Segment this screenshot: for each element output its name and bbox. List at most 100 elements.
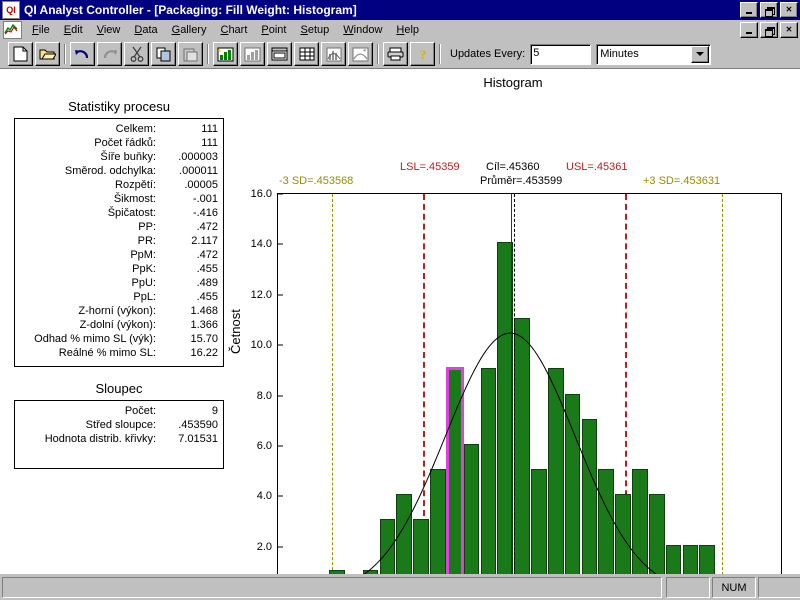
undo-icon[interactable] <box>70 42 95 66</box>
stat-row: Z-horní (výkon): 1.468 <box>19 304 218 318</box>
stat-value: .000003 <box>178 151 218 163</box>
cut-scissors-icon[interactable] <box>124 42 149 66</box>
redo-icon[interactable] <box>97 42 122 66</box>
histogram-icon[interactable] <box>321 42 346 66</box>
mdi-minimize-button[interactable] <box>740 22 758 38</box>
updates-unit-value: Minutes <box>600 48 639 60</box>
paste-icon[interactable] <box>178 42 203 66</box>
stat-row: PP: .472 <box>19 220 218 234</box>
menu-item-window[interactable]: Window <box>336 22 389 38</box>
stat-label: Šíře buňky: <box>100 151 156 163</box>
help-question-icon[interactable]: ? <box>410 42 435 66</box>
close-button[interactable]: ✕ <box>780 2 798 18</box>
menu-item-gallery[interactable]: Gallery <box>165 22 214 38</box>
y-axis-tick-label: 6.0 <box>256 439 272 452</box>
stat-value: .489 <box>196 277 218 289</box>
updates-unit-select[interactable]: Minutes <box>596 43 712 65</box>
stat-label: Šikmost: <box>113 193 156 205</box>
stat-row: Směrod. odchylka: .000011 <box>19 164 218 178</box>
stat-row: Z-dolní (výkon): 1.366 <box>19 318 218 332</box>
stat-row: Špičatost: -.416 <box>19 206 218 220</box>
minimize-button[interactable] <box>740 2 758 18</box>
stat-label: PP: <box>138 221 156 233</box>
capability-icon[interactable] <box>348 42 373 66</box>
stat-value: .455 <box>196 263 218 275</box>
stat-value: 111 <box>201 123 218 135</box>
status-message <box>2 577 662 598</box>
menu-item-setup[interactable]: Setup <box>294 22 337 38</box>
stat-row: PpL: .455 <box>19 290 218 304</box>
menu-item-data[interactable]: Data <box>127 22 164 38</box>
grid-table-icon[interactable] <box>294 42 319 66</box>
open-folder-icon[interactable] <box>35 42 60 66</box>
menu-item-chart[interactable]: Chart <box>213 22 254 38</box>
stat-row: Reálné % mimo SL: 16.22 <box>19 346 218 360</box>
y-axis-tick-label: 8.0 <box>256 389 272 402</box>
new-icon[interactable] <box>8 42 33 66</box>
column-panel-box: Počet: 9 Střed sloupce: .453590 Hodnota di… <box>14 400 224 469</box>
column-stat-label: Hodnota distrib. křivky: <box>44 433 156 445</box>
stat-value: 111 <box>201 137 218 149</box>
stat-label: Rozpětí: <box>115 179 156 191</box>
y-axis-tick-label: 4.0 <box>256 490 272 503</box>
stat-label: Z-horní (výkon): <box>78 305 156 317</box>
status-cell-3 <box>758 577 800 598</box>
stat-row: Počet řádků: 111 <box>19 136 218 150</box>
chevron-down-icon[interactable] <box>691 45 710 63</box>
stat-value: 1.468 <box>190 305 218 317</box>
stat-label: Počet řádků: <box>94 137 156 149</box>
process-statistics-title: Statistiky procesu <box>68 99 170 114</box>
menu-item-file[interactable]: File <box>25 22 57 38</box>
menu-item-view[interactable]: View <box>90 22 128 38</box>
print-icon[interactable] <box>383 42 408 66</box>
column-stat-value: 9 <box>211 405 218 417</box>
menu-bar: File Edit View Data Gallery Chart Point … <box>0 20 800 41</box>
plot-area[interactable]: 0.02.04.06.08.010.012.014.016.0 <box>251 188 782 574</box>
y-axis-tick-label: 14.0 <box>250 238 272 251</box>
menu-item-point[interactable]: Point <box>254 22 293 38</box>
stat-value: 1.366 <box>190 319 218 331</box>
menu-item-help[interactable]: Help <box>389 22 426 38</box>
chart-document-icon[interactable] <box>3 21 22 39</box>
histogram-chart[interactable]: Histogram LSL=.45359 Cíl=.45360 USL=.453… <box>228 69 796 574</box>
stat-row: Odhad % mimo SL (výk): 15.70 <box>19 332 218 346</box>
stat-label: PpK: <box>132 263 156 275</box>
stat-label: PpU: <box>131 277 156 289</box>
y-axis-tick-label: 12.0 <box>250 288 272 301</box>
stat-value: .000011 <box>179 165 218 177</box>
column-stat-label: Střed sloupce: <box>85 419 156 431</box>
stat-label: PpL: <box>133 291 156 303</box>
window-title-text: QI Analyst Controller - [Packaging: Fill… <box>24 3 357 17</box>
bar-chart-icon[interactable] <box>240 42 265 66</box>
minimize-icon <box>746 11 752 14</box>
application-window: QI QI Analyst Controller - [Packaging: F… <box>0 0 800 600</box>
stat-row: Rozpětí: .00005 <box>19 178 218 192</box>
calendar-icon[interactable] <box>267 42 292 66</box>
qi-analyst-icon[interactable]: QI <box>2 1 20 19</box>
stat-value: -.001 <box>192 193 218 205</box>
minimize-icon <box>746 31 752 34</box>
menu-item-edit[interactable]: Edit <box>57 22 90 38</box>
stat-row: PpK: .455 <box>19 262 218 276</box>
stat-label: Odhad % mimo SL (výk): <box>34 333 156 345</box>
stat-value: -.416 <box>192 207 218 219</box>
restore-icon <box>765 26 775 37</box>
mdi-close-button[interactable]: ✕ <box>780 22 798 38</box>
restore-icon <box>765 6 775 17</box>
copy-icon[interactable] <box>151 42 176 66</box>
close-icon: ✕ <box>785 5 793 14</box>
stat-value: .472 <box>196 221 218 233</box>
stat-value: .455 <box>196 291 218 303</box>
restore-button[interactable] <box>760 2 778 18</box>
y-axis-tick-label: 2.0 <box>256 540 272 553</box>
stat-row: Šikmost: -.001 <box>19 192 218 206</box>
stat-label: Špičatost: <box>107 207 156 219</box>
updates-interval-input[interactable]: 5 <box>530 43 592 65</box>
column-stat-row: Počet: 9 <box>19 404 218 418</box>
stat-row: PpU: .489 <box>19 276 218 290</box>
mdi-restore-button[interactable] <box>760 22 778 38</box>
new-chart-icon[interactable] <box>213 42 238 66</box>
stat-value: 15.70 <box>190 333 218 345</box>
y-axis-label: Četnost <box>228 309 243 354</box>
column-stat-row: Střed sloupce: .453590 <box>19 418 218 432</box>
